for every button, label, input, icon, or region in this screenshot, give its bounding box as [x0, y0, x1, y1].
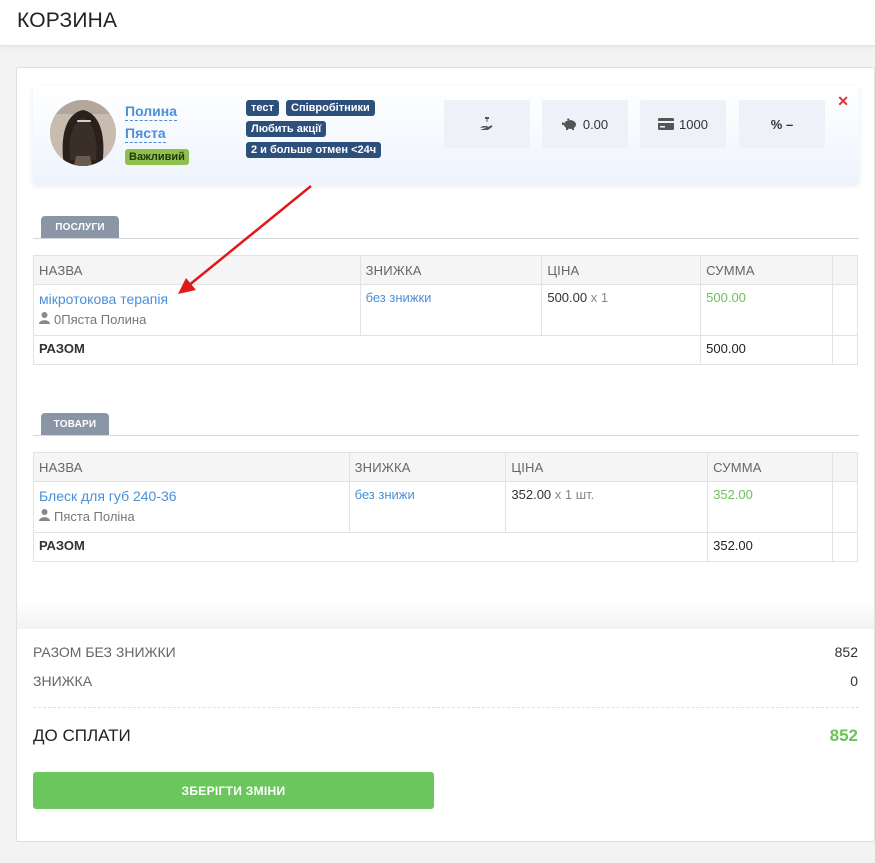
products-divider — [33, 435, 859, 436]
subtotal-value: 852 — [834, 644, 858, 660]
services-total-row: РАЗОМ 500.00 — [32, 335, 858, 365]
item-qty: x 1 шт. — [554, 487, 595, 502]
card-balance: 1000 — [679, 116, 708, 132]
save-changes-button[interactable]: ЗБЕРІГТИ ЗМІНИ — [33, 772, 434, 809]
page-title: КОРЗИНА — [17, 9, 118, 32]
products-total-row: РАЗОМ 352.00 — [32, 532, 858, 562]
column-header-empty — [832, 255, 858, 285]
item-sum: 500.00 — [706, 290, 746, 305]
card-box[interactable]: 1000 — [640, 100, 726, 148]
employee-name: Пяста Поліна — [54, 509, 135, 524]
services-header-row: НАЗВА ЗНИЖКА ЦІНА СУММА — [33, 255, 858, 285]
client-tag[interactable]: 2 и больше отмен <24ч — [246, 142, 382, 158]
total-value: 500.00 — [700, 335, 833, 365]
receipt-scallop-edge — [17, 629, 874, 637]
cart-card: Полина Пяста Важливий тест Співробітники… — [16, 67, 875, 842]
hand-coin-icon — [479, 116, 495, 132]
user-icon — [39, 508, 50, 526]
employee-name: 0Пяста Полина — [54, 312, 147, 327]
bonus-balance: 0.00 — [582, 116, 609, 132]
column-header: НАЗВА — [33, 255, 361, 285]
discount-link[interactable]: без знижки — [366, 290, 432, 305]
client-tag[interactable]: тест — [246, 100, 279, 116]
summary-divider — [33, 707, 859, 708]
credit-card-icon — [658, 118, 675, 130]
to-pay-label: ДО СПЛАТИ — [33, 726, 131, 745]
client-discount: % – — [770, 116, 794, 132]
item-price: 500.00 — [547, 290, 588, 305]
client-tag[interactable]: Любить акції — [246, 121, 327, 137]
total-label: РАЗОМ — [32, 335, 702, 365]
user-icon — [39, 311, 50, 329]
client-tag[interactable]: Співробітники — [286, 100, 375, 116]
employee-label: Пяста Поліна — [39, 508, 344, 526]
summary-panel — [17, 629, 874, 841]
item-price: 352.00 — [511, 487, 552, 502]
bonus-box[interactable]: 0.00 — [542, 100, 628, 148]
column-header: СУММА — [700, 255, 833, 285]
deposit-box[interactable] — [444, 100, 530, 148]
products-table: НАЗВА ЗНИЖКА ЦІНА СУММА Блеск для губ 24… — [32, 452, 858, 562]
total-value: 352.00 — [707, 532, 833, 562]
piggy-bank-icon — [561, 117, 578, 131]
client-avatar[interactable] — [50, 100, 116, 166]
page-header: КОРЗИНА — [0, 0, 875, 46]
table-row: Блеск для губ 240-36 Пяста Поліна без зн… — [33, 481, 858, 533]
discount-value: 0 — [850, 673, 858, 689]
subtotal-label: РАЗОМ БЕЗ ЗНИЖКИ — [33, 644, 176, 660]
row-actions[interactable] — [832, 481, 858, 533]
item-qty: x 1 — [590, 290, 609, 305]
column-header: НАЗВА — [33, 452, 350, 482]
product-name-link[interactable]: Блеск для губ 240-36 — [39, 487, 344, 505]
close-icon[interactable]: ✕ — [837, 94, 849, 108]
employee-label: 0Пяста Полина — [39, 311, 355, 329]
total-label: РАЗОМ — [32, 532, 709, 562]
discount-box[interactable]: % – — [739, 100, 825, 148]
row-actions[interactable] — [832, 284, 858, 336]
column-header: СУММА — [707, 452, 833, 482]
client-first-name[interactable]: Полина — [125, 103, 178, 121]
service-name-link[interactable]: мікротокова терапія — [39, 290, 355, 308]
client-status-tag: Важливий — [125, 149, 189, 165]
column-header-empty — [832, 452, 858, 482]
table-row: мікротокова терапія 0Пяста Полина без зн… — [33, 284, 858, 336]
column-header: ЗНИЖКА — [359, 255, 543, 285]
products-section-tab: ТОВАРИ — [41, 413, 109, 436]
item-sum: 352.00 — [713, 487, 753, 502]
services-divider — [33, 238, 859, 239]
discount-link[interactable]: без знижи — [355, 487, 415, 502]
discount-label: ЗНИЖКА — [33, 673, 93, 689]
products-header-row: НАЗВА ЗНИЖКА ЦІНА СУММА — [33, 452, 858, 482]
client-last-name[interactable]: Пяста — [125, 125, 166, 143]
services-section-tab: ПОСЛУГИ — [41, 216, 119, 239]
services-table: НАЗВА ЗНИЖКА ЦІНА СУММА мікротокова тера… — [32, 255, 858, 365]
to-pay-value: 852 — [829, 726, 858, 745]
column-header: ЦІНА — [505, 452, 709, 482]
column-header: ЗНИЖКА — [348, 452, 507, 482]
column-header: ЦІНА — [541, 255, 702, 285]
client-panel: Полина Пяста Важливий тест Співробітники… — [33, 86, 859, 184]
